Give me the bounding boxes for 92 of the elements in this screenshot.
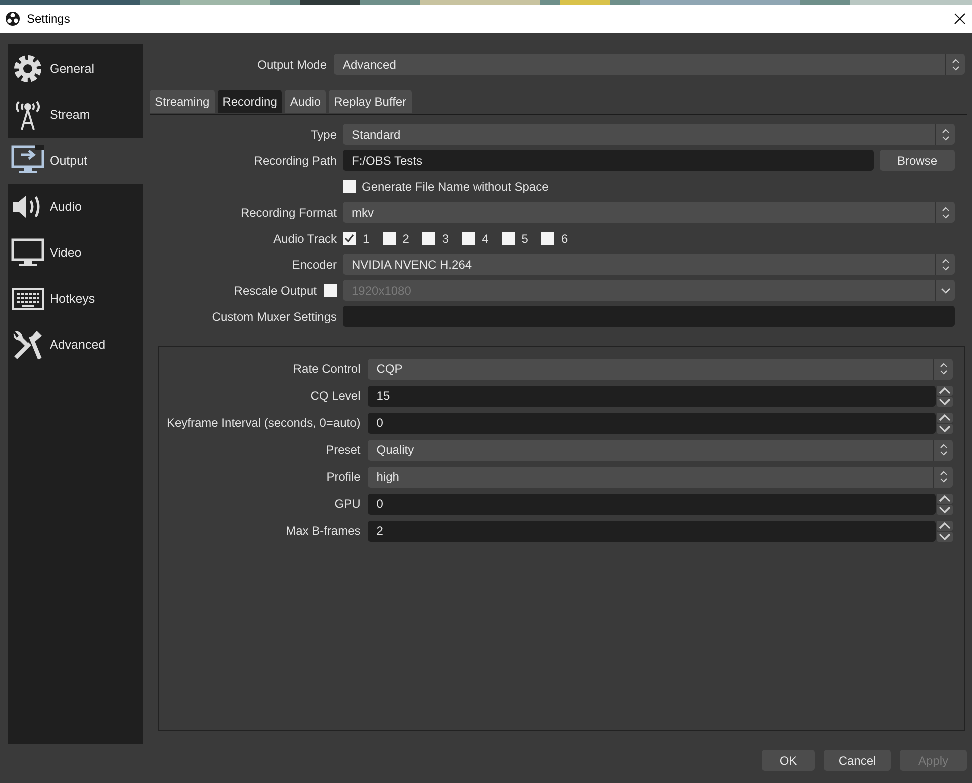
tab[interactable]: Audio bbox=[285, 90, 326, 113]
sidebar-item[interactable]: Hotkeys bbox=[8, 276, 143, 322]
chevron-down-icon bbox=[939, 398, 951, 406]
tab[interactable]: Replay Buffer bbox=[329, 90, 412, 113]
dropdown[interactable]: NVIDIA NVENC H.264 bbox=[343, 254, 955, 275]
field-label: Output Mode bbox=[258, 58, 327, 72]
sidebar-label: Audio bbox=[50, 200, 82, 214]
sidebar-item[interactable]: General bbox=[8, 46, 143, 92]
sidebar-item[interactable]: Output bbox=[8, 138, 143, 184]
chevron-updown-icon bbox=[940, 206, 950, 220]
chevron-down-icon bbox=[939, 506, 951, 514]
chevron-down-icon bbox=[939, 532, 951, 540]
sidebar-label: Advanced bbox=[50, 338, 106, 352]
dropdown[interactable]: high bbox=[368, 466, 953, 488]
chevron-updown-icon bbox=[940, 128, 950, 142]
sidebar-label: Hotkeys bbox=[50, 292, 96, 306]
increment-button[interactable] bbox=[937, 386, 953, 396]
checkbox-label: 2 bbox=[402, 232, 410, 246]
dropdown[interactable]: mkv bbox=[343, 202, 955, 223]
chevron-down-icon bbox=[940, 286, 950, 294]
field-label: CQ Level bbox=[310, 389, 361, 403]
field-label: Encoder bbox=[292, 258, 337, 272]
checkbox-label: Generate File Name without Space bbox=[362, 180, 549, 194]
field-label: Recording Path bbox=[254, 154, 337, 168]
dialog-button[interactable]: Cancel bbox=[824, 750, 891, 771]
checkbox-label: 3 bbox=[442, 232, 450, 246]
checkbox[interactable] bbox=[502, 232, 515, 245]
chevron-up-icon bbox=[939, 522, 951, 530]
browse-button[interactable]: Browse bbox=[880, 150, 955, 171]
chevron-up-icon bbox=[939, 386, 951, 394]
field-label: Audio Track bbox=[274, 232, 337, 246]
sidebar-item[interactable]: Stream bbox=[8, 92, 143, 138]
path-field[interactable]: F:/OBS Tests bbox=[343, 150, 874, 171]
checkbox[interactable] bbox=[541, 232, 554, 245]
increment-button[interactable] bbox=[937, 520, 953, 530]
number-field[interactable]: 2 bbox=[368, 520, 936, 542]
field-label: Rescale Output bbox=[234, 284, 317, 298]
sidebar-item[interactable]: Video bbox=[8, 230, 143, 276]
checkbox[interactable] bbox=[462, 232, 476, 245]
checkbox[interactable] bbox=[422, 232, 436, 245]
sidebar-label: General bbox=[50, 62, 94, 76]
checkbox-label: 5 bbox=[522, 232, 528, 246]
field-label: Type bbox=[310, 128, 337, 142]
increment-button[interactable] bbox=[937, 494, 953, 504]
sidebar-item[interactable]: Advanced bbox=[8, 322, 143, 368]
checkmark-icon bbox=[344, 233, 355, 244]
chevron-updown-icon bbox=[938, 443, 948, 457]
field-label: Rate Control bbox=[293, 362, 361, 376]
app-logo-icon bbox=[6, 12, 20, 26]
tab[interactable]: Recording bbox=[218, 90, 282, 113]
chevron-updown-icon bbox=[940, 258, 950, 272]
decrement-button[interactable] bbox=[937, 504, 953, 514]
decrement-button[interactable] bbox=[937, 532, 953, 542]
checkbox-label: 6 bbox=[561, 232, 568, 246]
number-field[interactable]: 0 bbox=[368, 412, 936, 434]
number-field[interactable]: 0 bbox=[368, 494, 936, 514]
field-label: GPU bbox=[334, 497, 361, 511]
dropdown[interactable]: Standard bbox=[343, 124, 955, 145]
chevron-down-icon bbox=[939, 424, 951, 432]
field-label: Max B-frames bbox=[286, 524, 361, 538]
chevron-updown-icon bbox=[950, 58, 960, 72]
field-label: Profile bbox=[326, 470, 361, 484]
decrement-button[interactable] bbox=[937, 424, 953, 434]
sidebar-label: Output bbox=[50, 154, 88, 168]
checkbox-label: 1 bbox=[363, 232, 370, 246]
sidebar-item[interactable]: Audio bbox=[8, 184, 143, 230]
chevron-up-icon bbox=[939, 494, 951, 502]
dropdown[interactable]: CQP bbox=[368, 358, 953, 380]
increment-button[interactable] bbox=[937, 412, 953, 422]
chevron-updown-icon bbox=[938, 362, 948, 376]
field-label: Preset bbox=[326, 443, 361, 457]
checkbox[interactable] bbox=[382, 232, 396, 245]
tab[interactable]: Streaming bbox=[150, 90, 215, 113]
text-field[interactable] bbox=[343, 306, 955, 327]
checkbox-label: 4 bbox=[482, 232, 489, 246]
checkbox[interactable] bbox=[343, 180, 356, 193]
field-label: Recording Format bbox=[240, 206, 337, 220]
close-icon[interactable] bbox=[954, 13, 966, 25]
dialog-button[interactable]: OK bbox=[762, 750, 815, 771]
chevron-updown-icon bbox=[938, 470, 948, 484]
field-label: Keyframe Interval (seconds, 0=auto) bbox=[167, 416, 361, 430]
sidebar-label: Video bbox=[50, 246, 82, 260]
dropdown[interactable]: Advanced bbox=[334, 54, 965, 75]
dropdown[interactable]: Quality bbox=[368, 440, 953, 460]
number-field[interactable]: 15 bbox=[368, 386, 936, 406]
checkbox[interactable] bbox=[343, 232, 356, 245]
chevron-up-icon bbox=[939, 414, 951, 422]
wrench-screwdriver-icon bbox=[11, 328, 45, 362]
decrement-button[interactable] bbox=[937, 396, 953, 406]
field-label: Custom Muxer Settings bbox=[212, 310, 337, 324]
window-title: Settings bbox=[27, 12, 72, 26]
sidebar-label: Stream bbox=[50, 108, 90, 122]
